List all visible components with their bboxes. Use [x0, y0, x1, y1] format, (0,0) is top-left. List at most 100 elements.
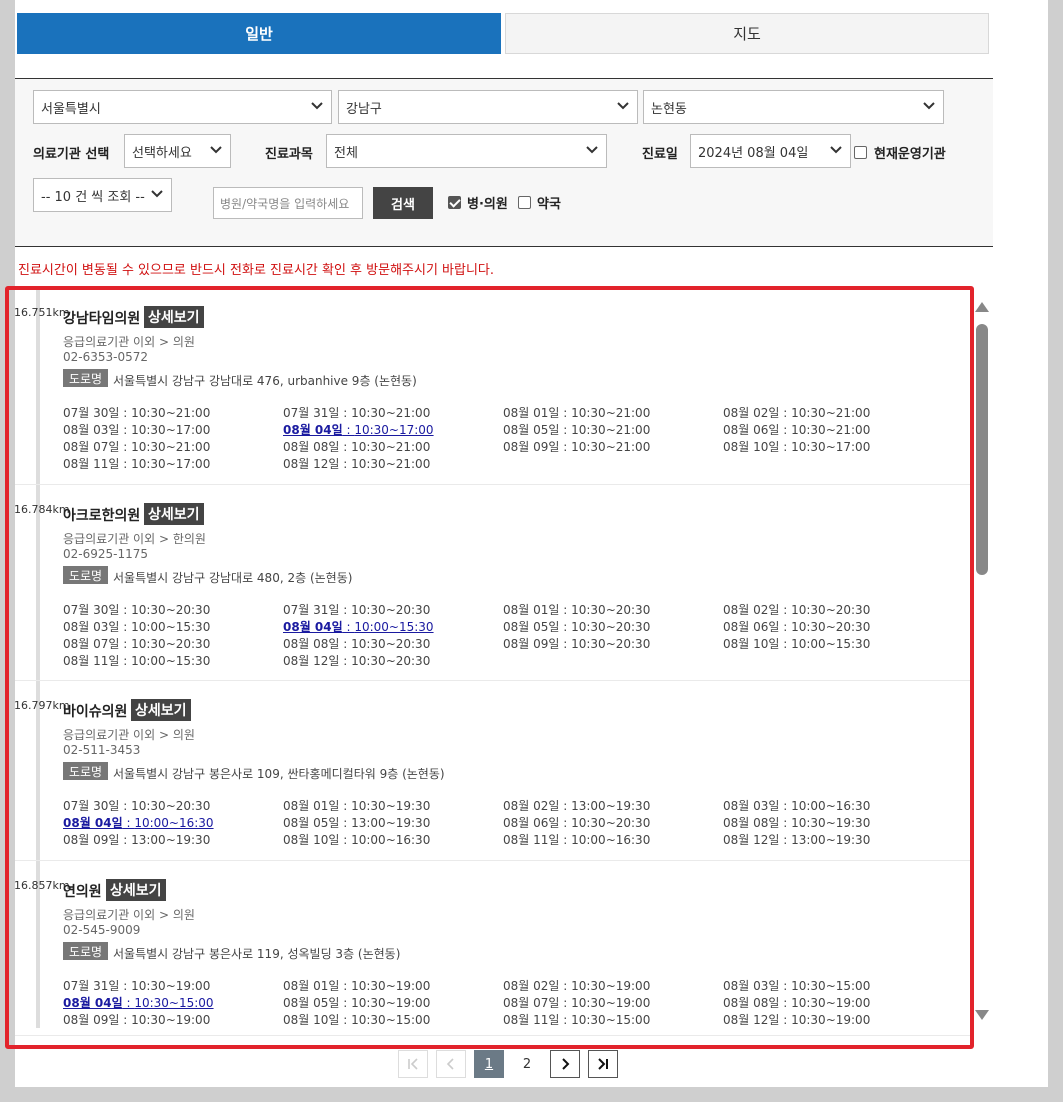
- hours-time: 10:30~20:30: [131, 603, 211, 617]
- hours-entry: 07월 30일 : 10:30~20:30: [63, 799, 211, 813]
- facility-name[interactable]: 강남타임의원: [63, 308, 140, 328]
- facility-name[interactable]: 아크로한의원: [63, 505, 140, 525]
- hours-entry: 08월 12일 : 13:00~19:30: [723, 833, 871, 847]
- scroll-down-icon[interactable]: [975, 1010, 989, 1020]
- district-select[interactable]: 강남구: [338, 90, 638, 124]
- phone-number: 02-545-9009: [63, 923, 141, 937]
- department-select-value: 전체: [334, 145, 358, 161]
- detail-button[interactable]: 상세보기: [106, 879, 166, 901]
- hours-time: 10:30~20:30: [571, 637, 651, 651]
- pharmacy-checkbox[interactable]: [518, 196, 531, 209]
- hours-entry: 08월 10일 : 10:00~16:30: [283, 833, 431, 847]
- scroll-thumb[interactable]: [976, 324, 988, 575]
- hours-today[interactable]: 08월 04일 : 10:00~16:30: [63, 814, 214, 831]
- hours-day: 07월 31일: [283, 603, 340, 617]
- clinic-checkbox[interactable]: [448, 196, 461, 209]
- hours-day: 08월 05일: [283, 996, 340, 1010]
- hours-day: 08월 12일: [723, 833, 780, 847]
- hours-time: 10:30~21:00: [351, 440, 431, 454]
- hours-time: 10:30~15:00: [134, 996, 214, 1010]
- facility-select[interactable]: 선택하세요: [124, 134, 231, 168]
- date-select[interactable]: 2024년 08월 04일: [690, 134, 851, 168]
- next-page-button[interactable]: [550, 1050, 580, 1078]
- hours-day: 08월 03일: [63, 620, 120, 634]
- page-size-select[interactable]: -- 10 건 씩 조회 --: [33, 178, 172, 212]
- hours-time: 10:00~16:30: [134, 816, 214, 830]
- hours-time: 10:30~20:30: [571, 620, 651, 634]
- hours-day: 08월 10일: [723, 440, 780, 454]
- distance-label: 16.784km: [15, 503, 70, 516]
- tab-general[interactable]: 일반: [17, 13, 501, 54]
- hours-time: 13:00~19:30: [791, 833, 871, 847]
- hours-entry: 08월 03일 : 10:30~17:00: [63, 423, 211, 437]
- chevron-down-icon: [830, 146, 842, 154]
- chevron-down-icon: [151, 190, 163, 198]
- operating-checkbox[interactable]: [854, 146, 867, 159]
- pharmacy-label: 약국: [537, 197, 561, 212]
- hours-entry: 08월 08일 : 10:30~20:30: [283, 637, 431, 651]
- hours-day: 08월 04일: [63, 816, 123, 830]
- hours-entry: 08월 05일 : 10:30~20:30: [503, 620, 651, 634]
- facility-name[interactable]: 바이슈의원: [63, 701, 127, 721]
- department-label: 진료과목: [265, 147, 313, 162]
- dong-select-value: 논현동: [651, 101, 687, 117]
- hours-time: 10:00~15:30: [791, 637, 871, 651]
- hours-entry: 08월 03일 : 10:00~15:30: [63, 620, 211, 634]
- page-size-value: -- 10 건 씩 조회 --: [41, 189, 145, 205]
- hours-time: 10:30~20:30: [571, 816, 651, 830]
- chevron-left-icon: [446, 1058, 454, 1070]
- hours-entry: 08월 08일 : 10:30~21:00: [283, 440, 431, 454]
- search-input[interactable]: 병원/약국명을 입력하세요: [213, 187, 363, 219]
- hours-entry: 08월 10일 : 10:00~15:30: [723, 637, 871, 651]
- last-page-button[interactable]: [588, 1050, 618, 1078]
- hours-today[interactable]: 08월 04일 : 10:30~17:00: [283, 421, 434, 438]
- hours-day: 08월 08일: [283, 637, 340, 651]
- chevron-down-icon: [617, 102, 629, 110]
- hours-day: 08월 05일: [283, 816, 340, 830]
- hours-time: 10:30~19:30: [351, 799, 431, 813]
- category-text: 응급의료기관 이외 > 의원: [63, 335, 195, 349]
- detail-button[interactable]: 상세보기: [144, 503, 204, 525]
- hours-day: 07월 30일: [63, 406, 120, 420]
- tab-map[interactable]: 지도: [505, 13, 989, 54]
- hours-time: 10:00~16:30: [351, 833, 431, 847]
- first-page-button[interactable]: [398, 1050, 428, 1078]
- hours-time: 10:00~15:30: [131, 620, 211, 634]
- hours-day: 08월 09일: [63, 1013, 120, 1027]
- scrollbar[interactable]: [973, 300, 991, 1022]
- hours-today[interactable]: 08월 04일 : 10:00~15:30: [283, 618, 434, 635]
- hours-entry: 08월 01일 : 10:30~19:30: [283, 799, 431, 813]
- hours-time: 10:30~19:00: [791, 996, 871, 1010]
- hours-time: 10:30~17:00: [354, 423, 434, 437]
- prev-page-button[interactable]: [436, 1050, 466, 1078]
- hours-entry: 07월 31일 : 10:30~21:00: [283, 406, 431, 420]
- view-tabs: 일반 지도: [17, 13, 991, 54]
- hours-time: 10:30~21:00: [571, 423, 651, 437]
- city-select[interactable]: 서울특별시: [33, 90, 332, 124]
- dong-select[interactable]: 논현동: [643, 90, 944, 124]
- phone-number: 02-6925-1175: [63, 547, 149, 561]
- detail-button[interactable]: 상세보기: [144, 306, 204, 328]
- detail-button[interactable]: 상세보기: [131, 699, 191, 721]
- date-select-value: 2024년 08월 04일: [698, 145, 809, 161]
- hours-entry: 08월 11일 : 10:00~15:30: [63, 654, 211, 668]
- hours-day: 08월 08일: [723, 816, 780, 830]
- page-2-button[interactable]: 2: [512, 1050, 542, 1078]
- hours-entry: 08월 07일 : 10:30~19:00: [503, 996, 651, 1010]
- facility-name[interactable]: 연의원: [63, 881, 102, 901]
- hours-today[interactable]: 08월 04일 : 10:30~15:00: [63, 994, 214, 1011]
- pagination: 1 2: [398, 1050, 618, 1078]
- hours-day: 08월 02일: [503, 979, 560, 993]
- facility-select-value: 선택하세요: [132, 145, 192, 161]
- hours-day: 07월 31일: [63, 979, 120, 993]
- scroll-up-icon[interactable]: [975, 302, 989, 312]
- hours-entry: 08월 09일 : 10:30~20:30: [503, 637, 651, 651]
- hours-entry: 07월 31일 : 10:30~20:30: [283, 603, 431, 617]
- department-select[interactable]: 전체: [326, 134, 607, 168]
- hours-day: 08월 04일: [283, 620, 343, 634]
- page-1-button[interactable]: 1: [474, 1050, 504, 1078]
- hours-time: 10:30~21:00: [571, 440, 651, 454]
- search-button[interactable]: 검색: [373, 187, 433, 219]
- hours-entry: 08월 06일 : 10:30~20:30: [723, 620, 871, 634]
- hours-time: 10:30~19:00: [131, 979, 211, 993]
